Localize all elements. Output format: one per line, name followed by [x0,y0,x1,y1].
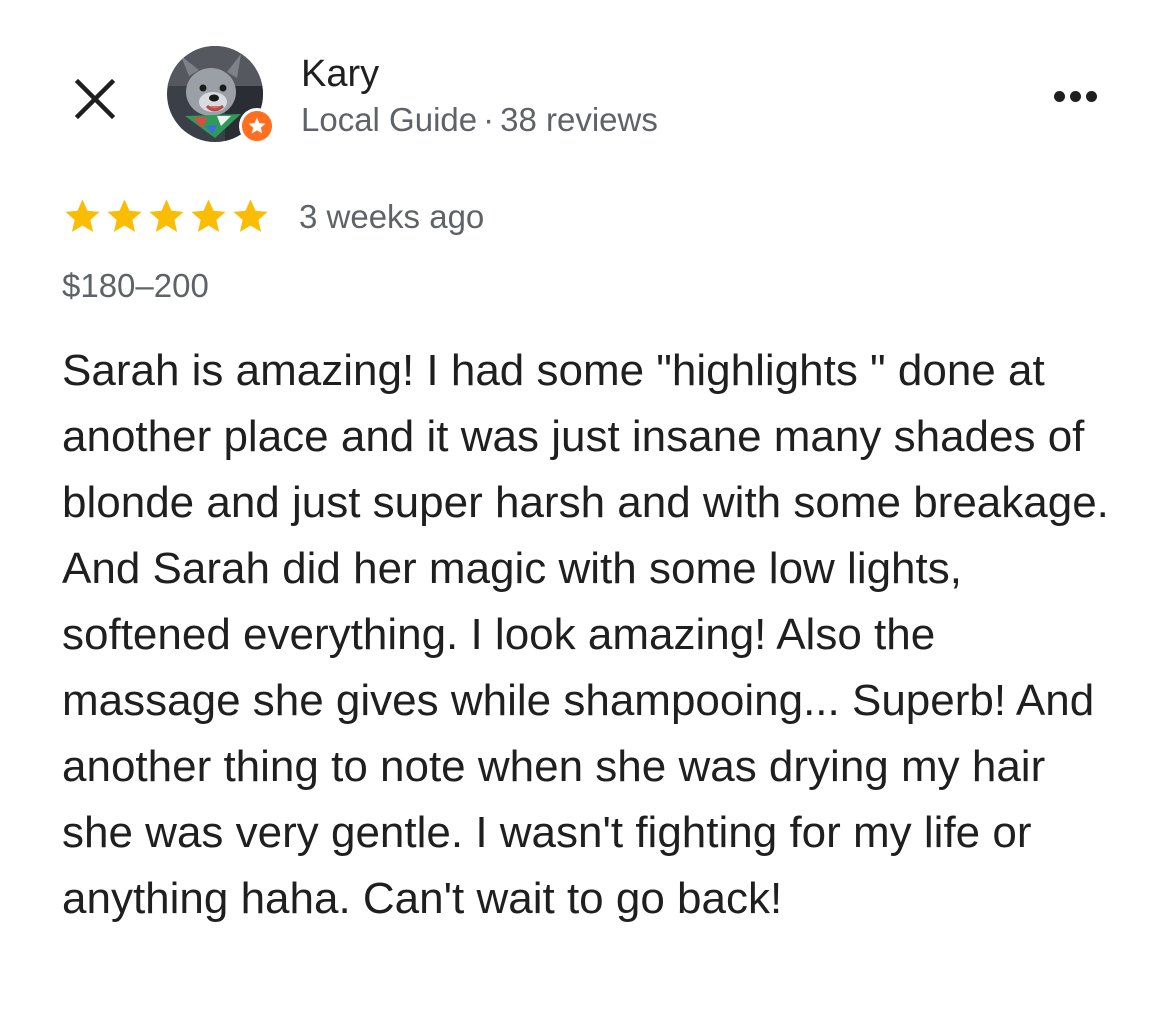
star-icon [149,199,184,232]
more-options-icon [1053,90,1097,102]
review-time: 3 weeks ago [299,197,485,235]
review-text: Sarah is amazing! I had some "highlights… [62,346,1109,923]
reviewer-avatar-group[interactable] [167,46,277,144]
price-range: $180–200 [62,267,209,304]
star-icon [107,199,142,232]
meta-separator: · [483,101,495,138]
local-guide-label: Local Guide [301,101,478,138]
close-icon [74,78,116,120]
star-badge-icon [248,117,266,134]
star-icon [65,199,100,232]
star-icon [233,199,268,232]
more-options-button[interactable] [1040,76,1110,116]
star-rating [62,196,271,237]
close-button[interactable] [62,66,128,132]
review-count: 38 reviews [500,101,658,138]
reviewer-name[interactable]: Kary [301,52,379,96]
star-icon [191,199,226,232]
rating-row: 3 weeks ago [62,196,484,237]
reviewer-meta[interactable]: Local Guide · 38 reviews [301,100,658,140]
local-guide-badge [239,108,275,144]
